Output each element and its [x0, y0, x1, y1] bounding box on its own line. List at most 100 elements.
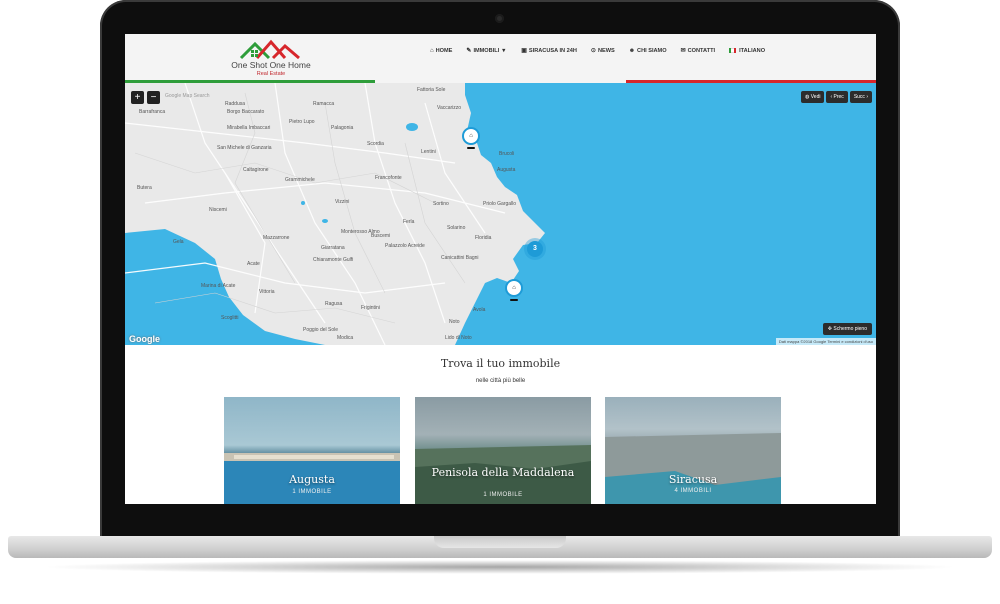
- fullscreen-label: Schermo pieno: [833, 326, 867, 332]
- map-place-label: Scordia: [367, 141, 384, 147]
- next-label: Succ: [853, 94, 865, 100]
- map-controls: ◍ Vedi ‹ Prec Succ ›: [800, 91, 872, 103]
- map-place-label: Chiaramonte Gulfi: [313, 257, 354, 263]
- fullscreen-button[interactable]: ✜ Schermo pieno: [822, 323, 872, 335]
- nav-label: CHI SIAMO: [637, 47, 667, 54]
- users-icon: ☻: [628, 47, 636, 54]
- map-place-label: Acate: [247, 261, 260, 267]
- map-place-label: Caltagirone: [243, 167, 269, 173]
- property-pin[interactable]: ⌂: [505, 279, 523, 297]
- view-label: Vedi: [810, 94, 821, 100]
- map-place-label: Marina di Acate: [201, 283, 236, 289]
- map-place-label: Solarino: [447, 225, 466, 231]
- map-place-label: Mirabella Imbaccari: [227, 125, 271, 131]
- property-pin[interactable]: ⌂: [462, 127, 480, 145]
- map-place-label: Pietro Lupo: [289, 119, 315, 125]
- property-cluster[interactable]: 3: [527, 241, 543, 257]
- map-place-label: Raddusa: [225, 101, 246, 107]
- view-button[interactable]: ◍ Vedi: [800, 91, 825, 103]
- map-attribution[interactable]: Dati mappa ©2018 Google Termini e condiz…: [775, 338, 876, 345]
- logo-subtitle: Real Estate: [256, 71, 286, 77]
- map-place-label: Grammichele: [285, 177, 315, 183]
- map-place-label: San Michele di Ganzaria: [217, 145, 272, 151]
- nav-item-chi-siamo[interactable]: ☻ CHI SIAMO: [622, 47, 674, 54]
- nav-label: NEWS: [597, 47, 615, 54]
- cities-section: Trova il tuo immobile nelle città più be…: [125, 345, 876, 504]
- map-canvas: [125, 83, 876, 345]
- logo[interactable]: One Shot One Home Real Estate: [225, 38, 317, 78]
- map-search-hint: Google Map Search: [165, 93, 210, 99]
- nav-label: CONTATTI: [687, 47, 716, 54]
- map-place-label: Augusta: [497, 167, 516, 173]
- next-button[interactable]: Succ ›: [849, 91, 872, 103]
- google-logo: Google: [129, 334, 160, 344]
- map-place-label: Francofonte: [375, 175, 402, 181]
- zoom-out-button[interactable]: −: [147, 91, 160, 104]
- map[interactable]: + − Google Map Search ◍ Vedi ‹ Prec Succ…: [125, 83, 876, 345]
- augusta-photo: [224, 453, 400, 504]
- logo-houses-icon: [239, 39, 300, 60]
- calendar-icon: ▣: [521, 48, 527, 54]
- city-count: 4 IMMOBILI: [674, 488, 712, 494]
- map-place-label: Canicattini Bagni: [441, 255, 479, 261]
- map-place-label: Palazzolo Acreide: [385, 243, 425, 249]
- nav-item-language[interactable]: ITALIANO: [722, 47, 772, 54]
- chevron-right-icon: ›: [864, 94, 868, 100]
- home-icon: ⌂: [430, 47, 434, 54]
- nav-item-news[interactable]: ⊙ NEWS: [584, 47, 622, 55]
- city-card-siracusa[interactable]: Siracusa 4 IMMOBILI: [605, 397, 781, 504]
- camera-icon: [495, 14, 504, 23]
- zoom-in-button[interactable]: +: [131, 91, 144, 104]
- map-place-label: Mazzarrone: [263, 235, 290, 241]
- main-nav: ⌂ HOME ✎ IMMOBILI ▾ ▣ SIRACUSA IN 24H ⊙ …: [423, 47, 772, 55]
- prev-button[interactable]: ‹ Prec: [826, 91, 848, 103]
- map-place-label: Floridia: [475, 235, 492, 241]
- map-place-label: Modica: [337, 335, 354, 341]
- map-place-label: Noto: [449, 319, 460, 325]
- map-place-label: Gela: [173, 239, 184, 245]
- map-place-label: Brucoli: [499, 151, 515, 157]
- map-place-label: Buscemi: [371, 233, 391, 239]
- map-place-label: Scoglitti: [221, 315, 239, 321]
- city-name: Penisola della Maddalena: [431, 466, 575, 479]
- logo-title: One Shot One Home: [231, 60, 311, 70]
- city-card-augusta[interactable]: Augusta 1 IMMOBILE: [224, 397, 400, 504]
- map-place-label: Ramacca: [313, 101, 335, 107]
- map-place-label: Priolo Gargallo: [483, 201, 517, 207]
- map-place-label: Frigintini: [361, 305, 380, 311]
- section-subtitle: nelle città più belle: [475, 378, 526, 384]
- envelope-icon: ✉: [680, 48, 686, 54]
- section-title: Trova il tuo immobile: [440, 357, 561, 370]
- italy-flag-icon: [729, 48, 737, 53]
- laptop-shadow: [40, 560, 960, 574]
- nav-label: SIRACUSA IN 24H: [528, 47, 577, 54]
- nav-item-siracusa-24h[interactable]: ▣ SIRACUSA IN 24H: [514, 47, 584, 55]
- map-place-label: Vittoria: [259, 289, 275, 295]
- nav-label: HOME: [435, 47, 453, 54]
- map-place-label: Vizzini: [335, 199, 350, 205]
- map-place-label: Lentini: [421, 149, 436, 155]
- city-name: Siracusa: [668, 473, 718, 486]
- map-place-label: Ragusa: [325, 301, 343, 307]
- nav-item-contatti[interactable]: ✉ CONTATTI: [674, 47, 722, 55]
- map-place-label: Lido di Noto: [445, 335, 472, 341]
- pin-shadow: [510, 299, 518, 301]
- nav-label: IMMOBILI: [473, 47, 500, 54]
- map-place-label: Barrafranca: [139, 109, 166, 115]
- wrench-icon: ✎: [466, 48, 472, 54]
- rss-icon: ⊙: [590, 48, 596, 54]
- nav-label: ITALIANO: [739, 47, 766, 54]
- city-name: Augusta: [289, 473, 335, 486]
- city-card-maddalena[interactable]: Penisola della Maddalena 1 IMMOBILE: [415, 397, 591, 504]
- nav-item-home[interactable]: ⌂ HOME: [423, 47, 459, 54]
- pin-shadow: [467, 147, 475, 149]
- map-place-label: Sortino: [433, 201, 449, 207]
- nav-item-immobili[interactable]: ✎ IMMOBILI ▾: [459, 47, 514, 55]
- map-place-label: Borgo Baccarato: [227, 109, 265, 115]
- prev-label: Prec: [833, 94, 844, 100]
- map-place-label: Palagonia: [331, 125, 354, 131]
- city-count: 1 IMMOBILE: [292, 489, 332, 495]
- map-place-label: Avola: [473, 307, 486, 313]
- screen: One Shot One Home Real Estate ⌂ HOME ✎ I…: [125, 34, 876, 504]
- city-count: 1 IMMOBILE: [483, 492, 523, 498]
